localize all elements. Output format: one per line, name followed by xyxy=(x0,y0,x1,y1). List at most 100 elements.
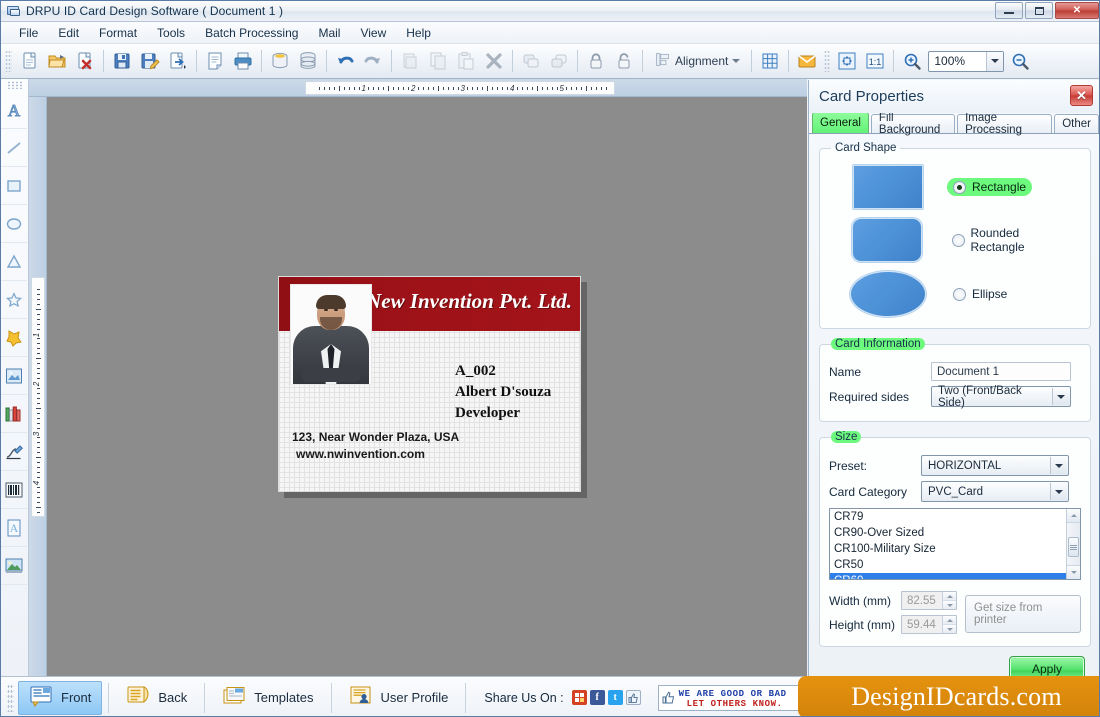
scrollbar-thumb[interactable] xyxy=(1068,537,1079,557)
redo-icon[interactable] xyxy=(360,48,386,74)
back-side-button[interactable]: Back xyxy=(115,681,198,715)
card-address[interactable]: 123, Near Wonder Plaza, USA xyxy=(292,429,459,446)
save-as-icon[interactable] xyxy=(137,48,163,74)
menu-format[interactable]: Format xyxy=(89,24,147,42)
card-holder-name[interactable]: Albert D'souza xyxy=(455,382,551,403)
id-card-front[interactable]: New Invention Pvt. Ltd. A_002 Albert D's… xyxy=(278,276,581,492)
zoom-out-icon[interactable] xyxy=(1007,48,1033,74)
rounded-rectangle-radio-row[interactable]: Rounded Rectangle xyxy=(946,224,1082,256)
rectangle-preview-icon[interactable] xyxy=(853,165,923,209)
like-icon[interactable] xyxy=(625,690,641,705)
menu-edit[interactable]: Edit xyxy=(48,24,89,42)
toolbar-grip[interactable] xyxy=(5,50,12,72)
card-id-number[interactable]: A_002 xyxy=(455,361,551,382)
rss-share-icon[interactable] xyxy=(571,690,587,705)
tab-general[interactable]: General xyxy=(812,112,869,133)
barcode-library-tool[interactable] xyxy=(1,395,27,433)
cut-icon[interactable] xyxy=(397,48,423,74)
barcode-tool[interactable] xyxy=(1,471,27,509)
twitter-icon[interactable]: t xyxy=(607,690,623,705)
minimize-button[interactable] xyxy=(995,2,1023,19)
tab-image-processing[interactable]: Image Processing xyxy=(957,112,1053,136)
database-icon[interactable] xyxy=(267,48,293,74)
menu-mail[interactable]: Mail xyxy=(308,24,350,42)
bring-front-icon[interactable] xyxy=(518,48,544,74)
paste-icon[interactable] xyxy=(453,48,479,74)
height-increment-button[interactable] xyxy=(942,616,956,624)
copy-icon[interactable] xyxy=(425,48,451,74)
line-tool[interactable] xyxy=(1,129,27,167)
signature-tool[interactable] xyxy=(1,433,27,471)
scroll-down-icon[interactable] xyxy=(1067,565,1080,579)
feedback-banner[interactable]: WE ARE GOOD OR BAD LET OTHERS KNOW. xyxy=(657,684,806,711)
ellipse-radio-row[interactable]: Ellipse xyxy=(947,285,1013,303)
zoom-level-combo[interactable]: 100% xyxy=(928,50,1005,72)
rectangle-radio-row[interactable]: Rectangle xyxy=(947,178,1033,196)
design-canvas[interactable]: New Invention Pvt. Ltd. A_002 Albert D's… xyxy=(47,97,807,676)
shape-option-rectangle[interactable]: Rectangle xyxy=(829,165,1081,209)
delete-icon[interactable] xyxy=(481,48,507,74)
alignment-button[interactable]: Alignment xyxy=(647,49,747,73)
card-size-listbox[interactable]: CR79 CR90-Over Sized CR100-Military Size… xyxy=(829,508,1081,580)
shape-option-ellipse[interactable]: Ellipse xyxy=(829,271,1081,317)
brand-watermark[interactable]: DesignIDcards.com xyxy=(798,676,1099,716)
background-image-tool[interactable] xyxy=(1,547,27,585)
tab-fill-background[interactable]: Fill Background xyxy=(870,112,956,136)
panel-close-button[interactable]: ✕ xyxy=(1070,85,1093,106)
height-decrement-button[interactable] xyxy=(942,624,956,633)
card-company-name[interactable]: New Invention Pvt. Ltd. xyxy=(366,289,572,314)
employee-photo[interactable] xyxy=(290,284,372,385)
send-back-icon[interactable] xyxy=(546,48,572,74)
preset-combo[interactable]: HORIZONTAL xyxy=(921,455,1069,476)
shape-option-rounded-rectangle[interactable]: Rounded Rectangle xyxy=(829,218,1081,262)
chevron-down-icon[interactable] xyxy=(1050,457,1067,474)
unlock-icon[interactable] xyxy=(611,48,637,74)
menu-file[interactable]: File xyxy=(9,24,48,42)
required-sides-combo[interactable]: Two (Front/Back Side) xyxy=(931,385,1071,409)
templates-button[interactable]: Templates xyxy=(211,681,324,715)
scroll-up-icon[interactable] xyxy=(1067,509,1080,523)
database-stack-icon[interactable] xyxy=(295,48,321,74)
menu-batch-processing[interactable]: Batch Processing xyxy=(195,24,308,42)
card-category-combo[interactable]: PVC_Card xyxy=(921,481,1069,502)
name-input[interactable]: Document 1 xyxy=(931,362,1071,381)
card-website[interactable]: www.nwinvention.com xyxy=(292,446,459,463)
close-button[interactable]: ✕ xyxy=(1055,2,1099,19)
id-card-object[interactable]: New Invention Pvt. Ltd. A_002 Albert D's… xyxy=(278,276,588,499)
open-folder-icon[interactable] xyxy=(44,48,70,74)
height-input[interactable]: 59.44 xyxy=(901,615,957,634)
ellipse-tool[interactable] xyxy=(1,205,27,243)
grid-icon[interactable] xyxy=(757,48,783,74)
list-item[interactable]: CR100-Military Size xyxy=(830,541,1080,557)
image-tool[interactable] xyxy=(1,357,27,395)
zoom-in-icon[interactable] xyxy=(899,48,925,74)
rectangle-tool[interactable] xyxy=(1,167,27,205)
star-tool[interactable] xyxy=(1,281,27,319)
radio-button-icon[interactable] xyxy=(951,233,965,247)
watermark-tool[interactable]: A xyxy=(1,509,27,547)
menu-help[interactable]: Help xyxy=(396,24,441,42)
note-icon[interactable] xyxy=(202,48,228,74)
text-tool[interactable]: A xyxy=(1,91,27,129)
radio-button-icon[interactable] xyxy=(953,180,966,194)
mail-icon[interactable] xyxy=(794,48,820,74)
export-icon[interactable] xyxy=(165,48,191,74)
listbox-scrollbar[interactable] xyxy=(1066,509,1080,579)
maximize-button[interactable] xyxy=(1025,2,1053,19)
list-item[interactable]: CR50 xyxy=(830,557,1080,573)
toolbox-grip[interactable] xyxy=(6,81,23,89)
get-size-from-printer-button[interactable]: Get size from printer xyxy=(965,595,1081,633)
width-increment-button[interactable] xyxy=(942,592,956,600)
ellipse-preview-icon[interactable] xyxy=(850,271,926,317)
facebook-icon[interactable]: f xyxy=(589,690,605,705)
new-document-icon[interactable] xyxy=(16,48,42,74)
lock-icon[interactable] xyxy=(583,48,609,74)
front-side-button[interactable]: Front xyxy=(18,680,103,715)
bottombar-grip[interactable] xyxy=(7,683,14,712)
user-profile-button[interactable]: User Profile xyxy=(338,681,460,715)
chevron-down-icon[interactable] xyxy=(1050,483,1067,500)
save-icon[interactable] xyxy=(109,48,135,74)
card-designation[interactable]: Developer xyxy=(455,403,551,424)
list-item[interactable]: CR79 xyxy=(830,509,1080,525)
fit-to-screen-icon[interactable] xyxy=(834,48,860,74)
